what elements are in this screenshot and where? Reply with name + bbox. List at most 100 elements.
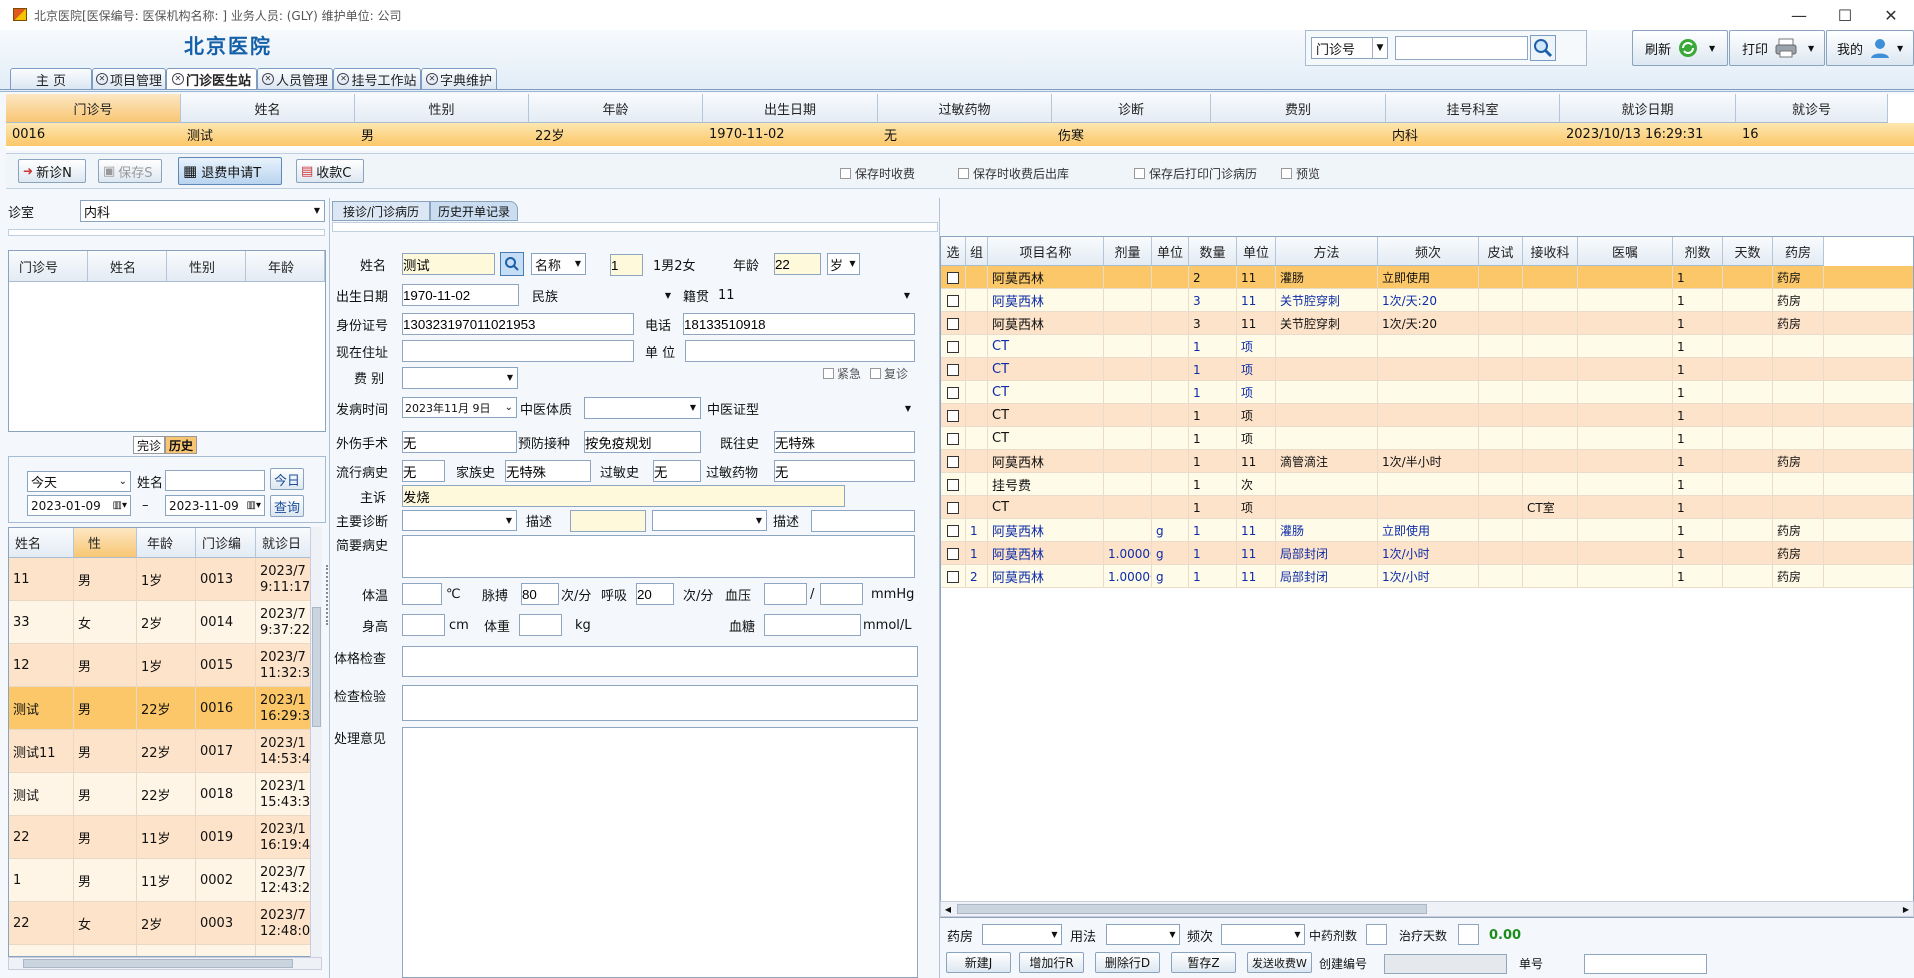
age-unit-select[interactable]: 岁 ▼ — [827, 253, 860, 275]
save-out-checkbox[interactable]: 保存时收费后出库 — [958, 165, 1069, 181]
description2-input[interactable] — [811, 510, 915, 532]
close-icon[interactable]: ✕ — [337, 73, 350, 85]
bp-systolic-input[interactable] — [764, 583, 807, 605]
tab-outpatient-doctor[interactable]: ✕ 门诊医生站 — [166, 68, 257, 89]
tab-registration[interactable]: ✕ 挂号工作站 — [333, 68, 421, 89]
tab-finished[interactable]: 完诊 — [133, 436, 165, 454]
history-row[interactable]: 12 男 1岁 0015 2023/7 11:32:3 — [9, 644, 321, 687]
complaint-input[interactable] — [402, 485, 845, 507]
phone-input[interactable] — [683, 313, 915, 335]
add-row-button[interactable]: 增加行R — [1019, 952, 1084, 973]
epidemic-input[interactable] — [402, 460, 445, 482]
refresh-button[interactable]: 刷新 ▼ — [1632, 30, 1728, 66]
tab-order-history[interactable]: 历史开单记录 — [430, 201, 518, 221]
refund-request-button[interactable]: ▦ 退费申请T — [178, 157, 282, 185]
order-select-checkbox[interactable] — [941, 335, 966, 358]
treatment-days-input[interactable] — [1458, 924, 1479, 945]
order-select-checkbox[interactable] — [941, 450, 966, 473]
origin-select[interactable]: 11 ▼ — [718, 284, 913, 306]
count-input[interactable] — [610, 254, 643, 276]
order-select-checkbox[interactable] — [941, 427, 966, 450]
history-row[interactable]: 11 男 1岁 0013 2023/7 9:11:17 — [9, 558, 321, 601]
orders-hscroll[interactable]: ◀ ▶ — [940, 901, 1914, 917]
pharmacy-select[interactable]: ▼ — [982, 924, 1062, 945]
history-row[interactable]: 测试11 男 22岁 0017 2023/1 14:53:4 — [9, 730, 321, 773]
close-icon[interactable]: ✕ — [95, 73, 108, 85]
height-input[interactable] — [402, 614, 445, 636]
history-hscroll[interactable] — [8, 957, 322, 970]
order-row[interactable]: CT 1 项 1 — [941, 381, 1913, 404]
order-select-checkbox[interactable] — [941, 381, 966, 404]
period-select[interactable]: 今天 ⌄ — [27, 471, 131, 492]
allergy-drug-input[interactable] — [774, 460, 915, 482]
delete-row-button[interactable]: 删除行D — [1095, 952, 1160, 973]
minimize-button[interactable]: — — [1777, 0, 1821, 30]
send-charge-button[interactable]: 发送收费W — [1247, 952, 1312, 973]
urgent-checkbox[interactable]: 紧急 — [823, 365, 861, 381]
address-input[interactable] — [402, 340, 634, 362]
order-row[interactable]: 1阿莫西林1.00000g111局部封闭1次/小时1药房 — [941, 542, 1913, 565]
order-select-checkbox[interactable] — [941, 565, 966, 588]
clinic-select[interactable]: 内科 ▼ — [80, 200, 325, 222]
tcm-constitution-select[interactable]: ▼ — [584, 397, 701, 419]
hold-button[interactable]: 暂存Z — [1171, 952, 1236, 973]
allergy-history-input[interactable] — [653, 460, 701, 482]
scroll-left-icon[interactable]: ◀ — [941, 902, 955, 916]
frequency-select[interactable]: ▼ — [1221, 924, 1305, 945]
patient-row[interactable]: 0016 测试 男 22岁 1970-11-02 无 伤寒 内科 2023/10… — [6, 123, 1914, 146]
blood-sugar-input[interactable] — [764, 614, 861, 636]
temperature-input[interactable] — [402, 583, 442, 605]
close-icon[interactable]: ✕ — [261, 73, 274, 85]
today-button[interactable]: 今日 — [270, 468, 304, 490]
order-row[interactable]: CT 1 项 1 — [941, 404, 1913, 427]
print-button[interactable]: 打印 ▼ — [1729, 30, 1825, 66]
tab-history[interactable]: 历史 — [165, 436, 197, 454]
secondary-diagnosis-select[interactable]: ▼ — [652, 510, 767, 531]
order-row[interactable]: 2阿莫西林1.00000g111局部封闭1次/小时1药房 — [941, 565, 1913, 588]
order-row[interactable]: 阿莫西林 2 11 灌肠 立即使用 1 药房 — [941, 266, 1913, 289]
tab-project-management[interactable]: ✕ 项目管理 — [92, 68, 166, 89]
age-input[interactable] — [774, 253, 821, 275]
vaccination-input[interactable] — [584, 431, 701, 453]
save-charge-checkbox[interactable]: 保存时收费 — [840, 165, 915, 181]
history-row[interactable]: 22 女 2岁 0003 2023/7 12:48:0 — [9, 902, 321, 945]
history-row[interactable]: 2023/7 — [9, 945, 321, 956]
history-row[interactable]: 1 男 11岁 0002 2023/7 12:43:2 — [9, 859, 321, 902]
new-visit-button[interactable]: ➜ 新诊N — [18, 159, 86, 183]
nation-select[interactable]: ▼ — [574, 284, 674, 306]
scroll-thumb[interactable] — [23, 959, 293, 968]
scroll-thumb[interactable] — [312, 607, 321, 727]
search-input[interactable] — [1395, 36, 1528, 60]
history-row[interactable]: 测试男 22岁 0018 2023/1 15:43:3 — [9, 773, 321, 816]
order-row[interactable]: CT 1 项 1 — [941, 335, 1913, 358]
order-row[interactable]: 挂号费 1 次 1 — [941, 473, 1913, 496]
close-icon[interactable]: ✕ — [171, 73, 184, 85]
order-select-checkbox[interactable] — [941, 266, 966, 289]
fee-type-select[interactable]: ▼ — [402, 367, 518, 389]
usage-select[interactable]: ▼ — [1106, 924, 1180, 945]
order-select-checkbox[interactable] — [941, 289, 966, 312]
my-button[interactable]: 我的 ▼ — [1826, 30, 1914, 66]
history-vscroll[interactable] — [310, 527, 322, 957]
lookup-button[interactable] — [500, 252, 524, 276]
id-input[interactable] — [402, 313, 634, 335]
weight-input[interactable] — [519, 614, 562, 636]
history-row[interactable]: 测试男 22岁 0016 2023/1 16:29:3 — [9, 687, 321, 730]
tab-home[interactable]: 主 页 — [10, 68, 92, 89]
close-button[interactable]: ✕ — [1869, 0, 1913, 30]
tab-dictionary[interactable]: ✕ 字典维护 — [421, 68, 497, 89]
order-row[interactable]: 阿莫西林 3 11 关节腔穿刺 1次/天:20 1 药房 — [941, 312, 1913, 335]
treatment-input[interactable] — [402, 727, 918, 978]
tab-staff-management[interactable]: ✕ 人员管理 — [257, 68, 333, 89]
close-icon[interactable]: ✕ — [425, 73, 438, 85]
order-row[interactable]: CT 1 项 CT室 1 — [941, 496, 1913, 519]
preview-checkbox[interactable]: 预览 — [1281, 165, 1320, 181]
bill-no-input[interactable] — [1584, 954, 1707, 974]
search-button[interactable] — [1530, 35, 1556, 61]
history-row[interactable]: 33 女 2岁 0014 2023/7 9:37:22 — [9, 601, 321, 644]
history-summary-input[interactable] — [402, 535, 915, 578]
tcm-syndrome-select[interactable]: ▼ — [774, 397, 914, 419]
order-row[interactable]: CT 1 项 1 — [941, 427, 1913, 450]
revisit-checkbox[interactable]: 复诊 — [870, 365, 908, 381]
history-row[interactable]: 22 男 11岁 0019 2023/1 16:19:4 — [9, 816, 321, 859]
